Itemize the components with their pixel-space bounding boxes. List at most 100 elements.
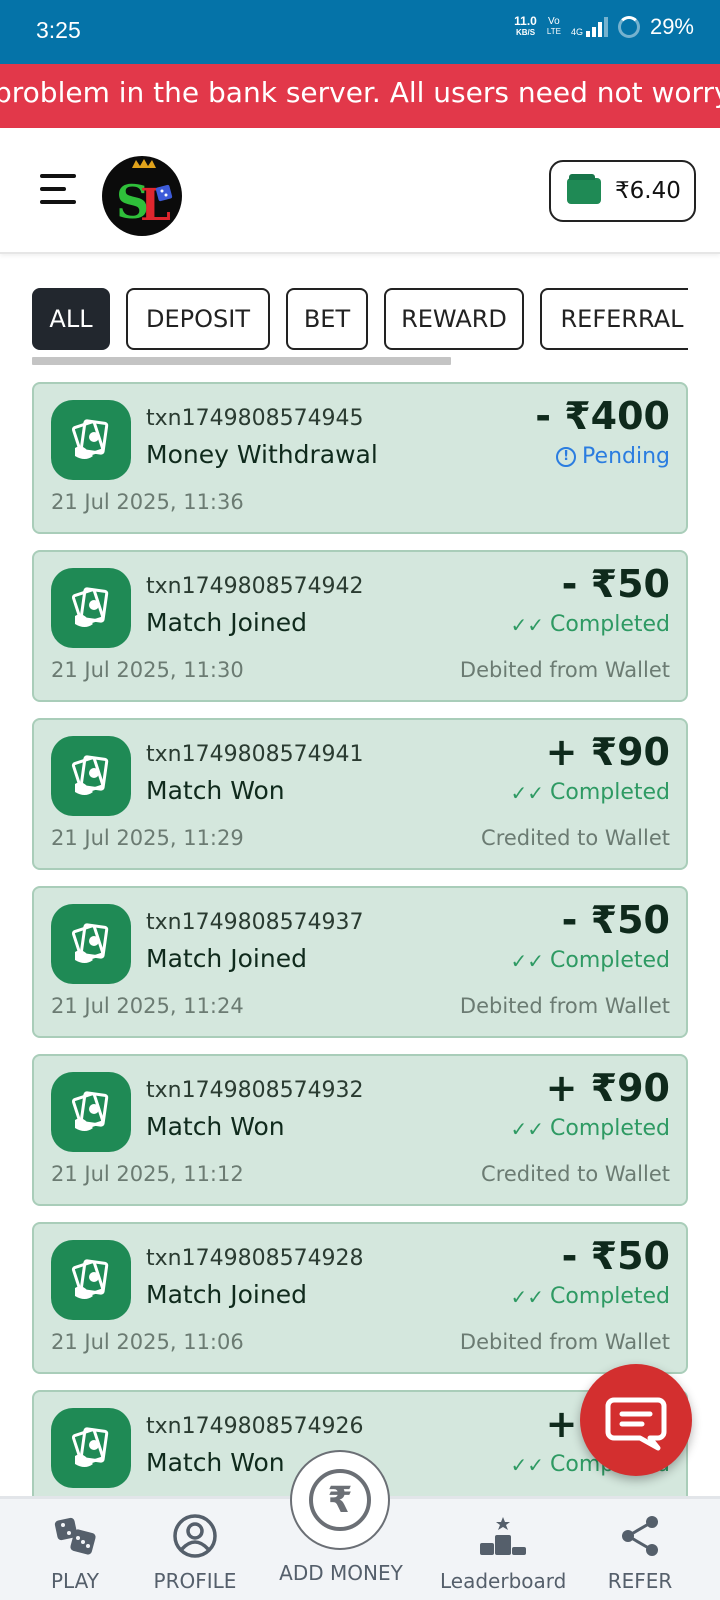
podium-icon xyxy=(480,1517,526,1555)
battery-icon xyxy=(617,16,640,38)
notice-text: problem in the bank server. All users ne… xyxy=(0,76,720,109)
transaction-date: 21 Jul 2025, 11:36 xyxy=(51,490,244,514)
transaction-id: txn1749808574932 xyxy=(146,1078,364,1103)
transaction-title: Match Joined xyxy=(146,944,307,973)
tab-deposit[interactable]: DEPOSIT xyxy=(126,288,270,350)
chat-support-button[interactable] xyxy=(580,1364,692,1476)
network-speed-value: 11.0 xyxy=(514,14,537,28)
tab-bet[interactable]: BET xyxy=(286,288,368,350)
volte-bottom: LTE xyxy=(546,27,561,36)
transaction-card[interactable]: txn1749808574937 Match Joined 21 Jul 202… xyxy=(32,886,688,1038)
transaction-card[interactable]: txn1749808574928 Match Joined 21 Jul 202… xyxy=(32,1222,688,1374)
network-speed-unit: KB/S xyxy=(515,28,536,37)
transaction-title: Match Joined xyxy=(146,1280,307,1309)
transaction-status: ✓✓ Completed xyxy=(510,780,670,805)
double-check-icon: ✓✓ xyxy=(510,780,544,805)
signal-bars-icon xyxy=(585,17,608,37)
notice-marquee: problem in the bank server. All users ne… xyxy=(0,64,720,128)
nav-leaderboard[interactable]: Leaderboard xyxy=(440,1513,566,1593)
transaction-title: Money Withdrawal xyxy=(146,440,378,469)
volte-top: Vo xyxy=(548,16,560,27)
chat-bubble-icon xyxy=(605,1397,667,1451)
transaction-note: Debited from Wallet xyxy=(459,658,670,682)
tab-all[interactable]: ALL xyxy=(32,288,110,350)
transaction-filter-tabs: ALL DEPOSIT BET REWARD REFERRAL xyxy=(32,288,688,352)
transaction-amount: - ₹400 xyxy=(535,394,670,438)
add-money-button[interactable]: ₹ xyxy=(290,1450,390,1550)
nav-add-money[interactable]: ADD MONEY xyxy=(276,1555,406,1585)
nav-add-money-label: ADD MONEY xyxy=(279,1561,403,1585)
transaction-amount: - ₹50 xyxy=(561,898,670,942)
transaction-status-label: Completed xyxy=(550,780,670,805)
money-cash-icon xyxy=(51,568,131,648)
money-cash-icon xyxy=(51,1240,131,1320)
hamburger-menu-icon[interactable] xyxy=(40,172,76,206)
transaction-amount: - ₹50 xyxy=(561,562,670,606)
transaction-title: Match Won xyxy=(146,1448,285,1477)
double-check-icon: ✓✓ xyxy=(510,1116,544,1141)
transaction-date: 21 Jul 2025, 11:06 xyxy=(51,1330,244,1354)
transaction-status: ✓✓ Completed xyxy=(510,1284,670,1309)
transaction-note: Credited to Wallet xyxy=(481,1162,670,1186)
double-check-icon: ✓✓ xyxy=(510,612,544,637)
transaction-card[interactable]: txn1749808574945 Money Withdrawal 21 Jul… xyxy=(32,382,688,534)
transaction-note: Debited from Wallet xyxy=(459,994,670,1018)
transaction-card[interactable]: txn1749808574942 Match Joined 21 Jul 202… xyxy=(32,550,688,702)
transaction-id: txn1749808574941 xyxy=(146,742,364,767)
volte-indicator: Vo LTE xyxy=(547,17,561,37)
nav-profile[interactable]: PROFILE xyxy=(148,1513,242,1593)
transaction-date: 21 Jul 2025, 11:24 xyxy=(51,994,244,1018)
money-cash-icon xyxy=(51,736,131,816)
nav-profile-label: PROFILE xyxy=(153,1569,237,1593)
network-type: 4G xyxy=(570,27,583,37)
nav-refer[interactable]: REFER xyxy=(604,1513,676,1593)
transaction-amount: + ₹90 xyxy=(545,730,670,774)
transaction-status-label: Completed xyxy=(550,948,670,973)
nav-play[interactable]: PLAY xyxy=(38,1513,112,1593)
wallet-balance: ₹6.40 xyxy=(615,178,681,204)
tab-reward[interactable]: REWARD xyxy=(384,288,524,350)
transaction-card[interactable]: txn1749808574941 Match Won 21 Jul 2025, … xyxy=(32,718,688,870)
double-check-icon: ✓✓ xyxy=(510,1284,544,1309)
transaction-status-label: Completed xyxy=(550,1284,670,1309)
transaction-status: ! Pending xyxy=(556,444,670,469)
transaction-date: 21 Jul 2025, 11:12 xyxy=(51,1162,244,1186)
transaction-amount: - ₹50 xyxy=(561,1234,670,1278)
transaction-status: ✓✓ Completed xyxy=(510,612,670,637)
transaction-status-label: Pending xyxy=(582,444,670,469)
transaction-id: txn1749808574942 xyxy=(146,574,364,599)
network-speed: 11.0 KB/S xyxy=(514,14,537,38)
transaction-status: ✓✓ Completed xyxy=(510,1116,670,1141)
transaction-card[interactable]: txn1749808574932 Match Won 21 Jul 2025, … xyxy=(32,1054,688,1206)
nav-refer-label: REFER xyxy=(607,1569,673,1593)
dice-icon xyxy=(54,1517,96,1555)
tab-referral[interactable]: REFERRAL xyxy=(540,288,688,350)
info-circle-icon: ! xyxy=(556,446,577,467)
transaction-id: txn1749808574926 xyxy=(146,1414,364,1439)
status-indicators: 11.0 KB/S Vo LTE 4G 29% xyxy=(514,14,694,40)
cell-signal: 4G xyxy=(571,17,608,37)
battery-percent: 29% xyxy=(649,14,694,39)
transaction-note: Credited to Wallet xyxy=(481,826,670,850)
transaction-note: Debited from Wallet xyxy=(459,1330,670,1354)
transaction-status-label: Completed xyxy=(550,1116,670,1141)
user-circle-icon xyxy=(173,1514,217,1558)
money-cash-icon xyxy=(51,1072,131,1152)
money-cash-icon xyxy=(51,904,131,984)
status-bar: 3:25 11.0 KB/S Vo LTE 4G 29% xyxy=(0,0,720,64)
logo-mark-icon: S L xyxy=(116,159,173,231)
app-header: S L ₹6.40 xyxy=(0,128,720,254)
nav-leaderboard-label: Leaderboard xyxy=(440,1569,567,1593)
wallet-icon xyxy=(567,174,601,204)
transaction-id: txn1749808574937 xyxy=(146,910,364,935)
double-check-icon: ✓✓ xyxy=(510,1452,544,1477)
wallet-balance-button[interactable]: ₹6.40 xyxy=(549,160,696,222)
transaction-amount: + ₹90 xyxy=(545,1066,670,1110)
transaction-status: ✓✓ Completed xyxy=(510,948,670,973)
transaction-status-label: Completed xyxy=(550,612,670,637)
rupee-icon: ₹ xyxy=(309,1469,371,1531)
transaction-date: 21 Jul 2025, 11:29 xyxy=(51,826,244,850)
nav-play-label: PLAY xyxy=(50,1569,99,1593)
tabs-scrollbar[interactable] xyxy=(32,357,451,365)
transaction-title: Match Joined xyxy=(146,608,307,637)
